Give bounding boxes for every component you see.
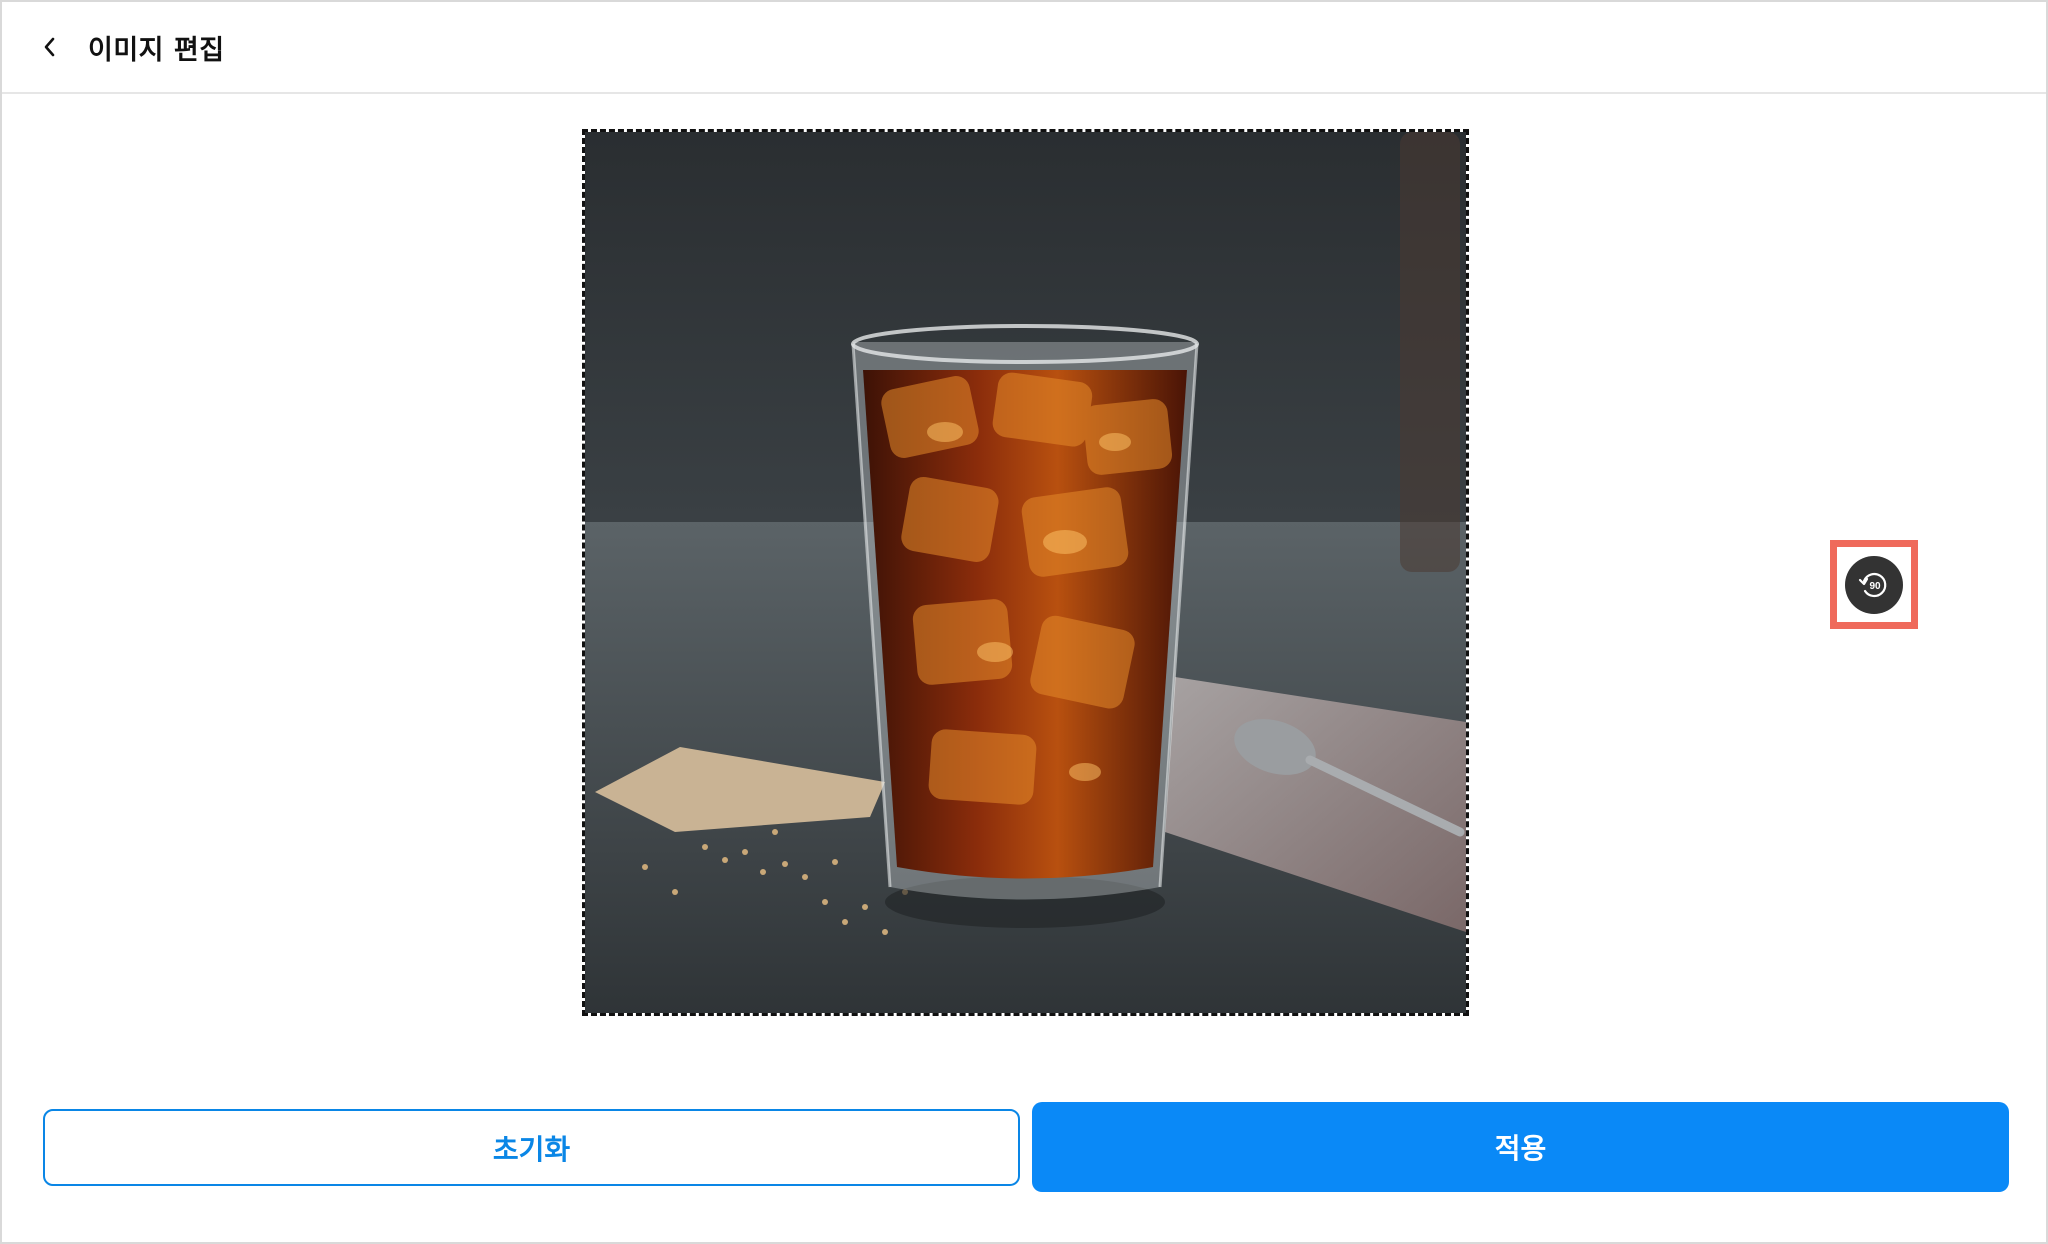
image-crop-area[interactable] bbox=[582, 129, 1469, 1016]
header-bar: 이미지 편집 bbox=[2, 2, 2046, 94]
rotate-90-icon: 90 bbox=[1858, 572, 1887, 597]
rotate-label: 90 bbox=[1869, 581, 1881, 592]
back-button[interactable] bbox=[30, 27, 70, 67]
page-title: 이미지 편집 bbox=[88, 34, 225, 66]
rotate-button-highlight: 90 bbox=[1830, 540, 1918, 629]
chevron-left-icon bbox=[44, 37, 55, 57]
reset-button[interactable]: 초기화 bbox=[43, 1109, 1020, 1186]
apply-button[interactable]: 적용 bbox=[1032, 1102, 2009, 1192]
rotate-button[interactable]: 90 bbox=[1845, 555, 1903, 614]
coffee-photo bbox=[585, 132, 1466, 1013]
image-edit-window: 이미지 편집 90 초기화 적용 bbox=[0, 0, 2048, 1244]
